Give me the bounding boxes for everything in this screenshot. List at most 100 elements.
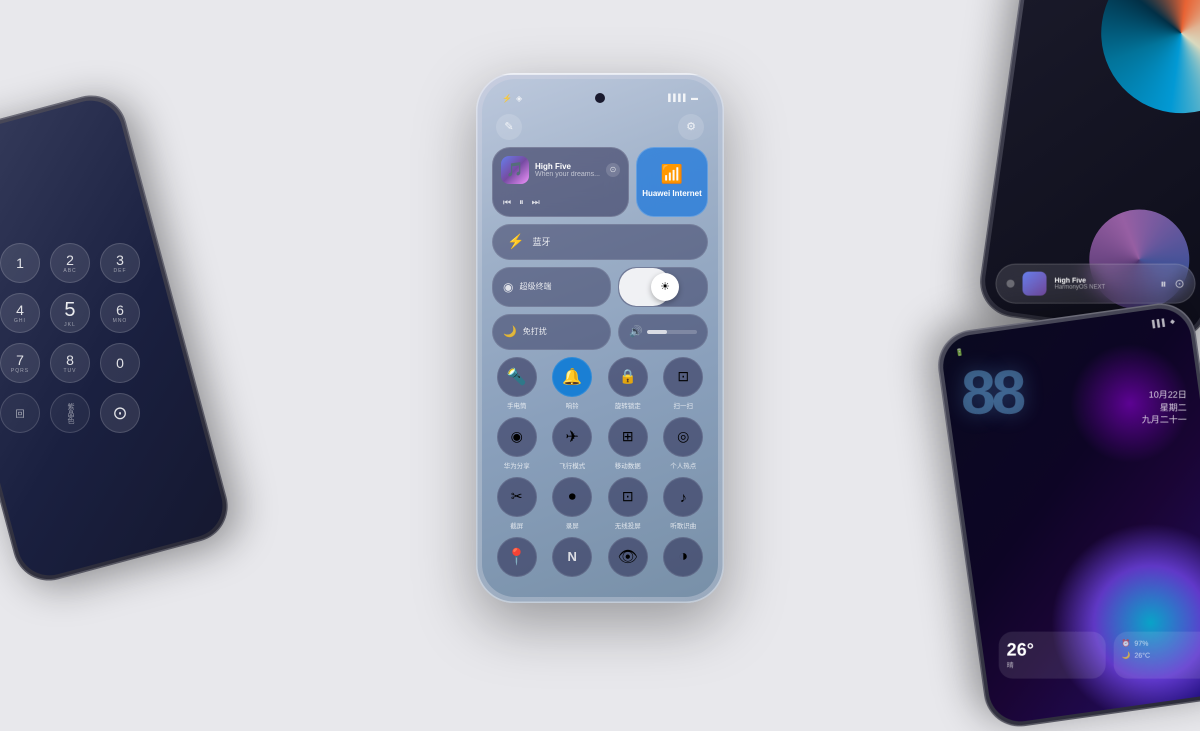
- flashlight-item[interactable]: 🔦 手电筒: [492, 357, 542, 410]
- ring-item[interactable]: 🔔 响铃: [548, 357, 598, 410]
- dial-5[interactable]: 5 JKL: [50, 293, 90, 333]
- np-info: High Five HarmonyOS NEXT: [1055, 277, 1153, 290]
- volume-card[interactable]: 🔊: [618, 314, 708, 350]
- cal-month-day: 10月22日: [1142, 389, 1187, 402]
- br-left-icons: 🔋: [955, 348, 965, 357]
- audio-output-icon[interactable]: ⊙: [606, 163, 620, 177]
- br-signal-icon: ▌▌▌: [1152, 319, 1168, 329]
- hotspot-item[interactable]: ◎ 个人热点: [659, 417, 709, 470]
- dial-back[interactable]: 回: [0, 393, 40, 433]
- nfc-item[interactable]: N: [548, 537, 598, 580]
- cal-date-text: 10月22日 星期二 九月二十一: [1142, 389, 1187, 427]
- dial-1[interactable]: 1: [0, 243, 40, 283]
- weather-widget: 26° 晴: [999, 632, 1106, 679]
- temperature-value: 26°: [1007, 640, 1098, 661]
- dial-6[interactable]: 6 MNO: [100, 293, 140, 333]
- rotation-lock-item[interactable]: 🔒 旋转锁定: [603, 357, 653, 410]
- contrast-item[interactable]: ◑: [659, 537, 709, 580]
- dnd-button[interactable]: 🌙 免打扰: [492, 314, 611, 350]
- pause-button[interactable]: ⏸: [519, 197, 524, 208]
- shazam-item[interactable]: ♪ 听歌识曲: [659, 477, 709, 530]
- rotation-lock-label: 旋转锁定: [615, 400, 641, 410]
- status-left-icons: ⚡ ◈: [502, 94, 522, 103]
- huawei-share-item[interactable]: ◉ 华为分享: [492, 417, 542, 470]
- br-battery-icon: 🔋: [955, 348, 965, 357]
- br-calendar: 10月22日 星期二 九月二十一: [1142, 389, 1187, 427]
- icon-grid-1: 🔦 手电筒 🔔 响铃 🔒 旋转锁定 ⊡ 扫一扫: [492, 357, 708, 410]
- dial-9[interactable]: 0: [100, 343, 140, 383]
- br-wifi-icon: ⬥: [1170, 318, 1176, 327]
- wifi-status-icon: ◈: [516, 94, 522, 103]
- airplane-item[interactable]: ✈ 飞行模式: [548, 417, 598, 470]
- flashlight-label: 手电筒: [507, 400, 527, 410]
- screen-record-item[interactable]: ⏺ 录屏: [548, 477, 598, 530]
- settings-button[interactable]: ⚙: [678, 114, 704, 140]
- dial-7[interactable]: 7 PQRS: [0, 343, 40, 383]
- battery-status-icon: ▬: [691, 95, 698, 102]
- toggle-row-1: ◉ 超级终端 ☀: [492, 267, 708, 307]
- screen-record-label: 录屏: [566, 520, 579, 530]
- dial-2[interactable]: 2 ABC: [50, 243, 90, 283]
- mobile-data-label: 移动数据: [615, 460, 641, 470]
- alarm-icon: 🌙: [1122, 652, 1131, 660]
- now-playing-bar[interactable]: High Five HarmonyOS NEXT ⏸ ⊙: [996, 264, 1196, 304]
- big-clock: 88: [961, 363, 1022, 425]
- np-camera-icon[interactable]: ⊙: [1174, 277, 1184, 291]
- circle-1: [1091, 0, 1200, 123]
- airplane-icon: ✈: [552, 417, 592, 457]
- np-pause-button[interactable]: ⏸: [1160, 276, 1166, 291]
- scan-item[interactable]: ⊡ 扫一扫: [659, 357, 709, 410]
- airplane-label: 飞行模式: [559, 460, 585, 470]
- widget-row-1: ⏰ 97%: [1122, 640, 1200, 648]
- bluetooth-icon: ⚡: [507, 233, 524, 250]
- brightness-toggle[interactable]: ☀: [618, 267, 708, 307]
- dial-8[interactable]: 8 TUV: [50, 343, 90, 383]
- wireless-project-label: 无线投屏: [615, 520, 641, 530]
- bluetooth-label: 蓝牙: [532, 235, 550, 248]
- super-terminal-button[interactable]: ◉ 超级终端: [492, 267, 611, 307]
- dial-4[interactable]: 4 GHI: [0, 293, 40, 333]
- volume-fill: [647, 330, 667, 334]
- wifi-card[interactable]: 📶 Huawei Internet: [636, 147, 708, 217]
- huawei-share-label: 华为分享: [504, 460, 530, 470]
- info-widget: ⏰ 97% 🌙 26°C: [1114, 632, 1200, 679]
- contrast-icon: ◑: [663, 537, 703, 577]
- mobile-data-item[interactable]: ⊞ 移动数据: [603, 417, 653, 470]
- center-screen: ⚡ ◈ ▌▌▌▌ ▬ ✎ ⚙ 🎵 High Five: [482, 79, 718, 597]
- toggle-row-2: 🌙 免打扰 🔊: [492, 314, 708, 350]
- album-art: 🎵: [501, 156, 529, 184]
- widget-time-text: 97%: [1134, 640, 1148, 647]
- screenshot-label: 截屏: [510, 520, 523, 530]
- edit-button[interactable]: ✎: [496, 114, 522, 140]
- prev-button[interactable]: ⏮: [503, 197, 511, 208]
- volume-bar: [647, 330, 697, 334]
- np-dot: [1007, 280, 1015, 288]
- next-button[interactable]: ⏭: [532, 197, 540, 208]
- screen-record-icon: ⏺: [552, 477, 592, 517]
- music-top: 🎵 High Five When your dreams... ⊙: [501, 156, 620, 184]
- dial-side-text: 紫晶色: [50, 393, 90, 433]
- music-card[interactable]: 🎵 High Five When your dreams... ⊙ ⏮ ⏸ ⏭: [492, 147, 629, 217]
- eye-icon: 👁: [608, 537, 648, 577]
- br-widgets: 26° 晴 ⏰ 97% 🌙 26°C: [999, 632, 1200, 679]
- ring-label: 响铃: [566, 400, 579, 410]
- wireless-project-item[interactable]: ⊡ 无线投屏: [603, 477, 653, 530]
- bluetooth-row[interactable]: ⚡ 蓝牙: [492, 224, 708, 260]
- screenshot-icon: ✂: [497, 477, 537, 517]
- br-right-icons: ▌▌▌ ⬥: [1152, 318, 1176, 329]
- signal-bars-icon: ▌▌▌▌: [668, 95, 688, 102]
- location-icon: 📍: [497, 537, 537, 577]
- widget-alarm-text: 26°C: [1134, 652, 1150, 659]
- bluetooth-status-icon: ⚡: [502, 94, 512, 103]
- dial-3[interactable]: 3 DEF: [100, 243, 140, 283]
- screenshot-item[interactable]: ✂ 截屏: [492, 477, 542, 530]
- wifi-card-label: Huawei Internet: [642, 189, 702, 199]
- np-subtitle: HarmonyOS NEXT: [1055, 284, 1153, 290]
- eye-item[interactable]: 👁: [603, 537, 653, 580]
- widget-row-2: 🌙 26°C: [1122, 652, 1200, 660]
- np-album-art: [1023, 272, 1047, 296]
- phone-bottom-right: 🔋 ▌▌▌ ⬥ 88 10月22日 星期二 九月二十一 26° 晴: [933, 299, 1200, 731]
- dial-fingerprint[interactable]: ⊙: [100, 393, 140, 433]
- location-item[interactable]: 📍: [492, 537, 542, 580]
- scan-icon: ⊡: [663, 357, 703, 397]
